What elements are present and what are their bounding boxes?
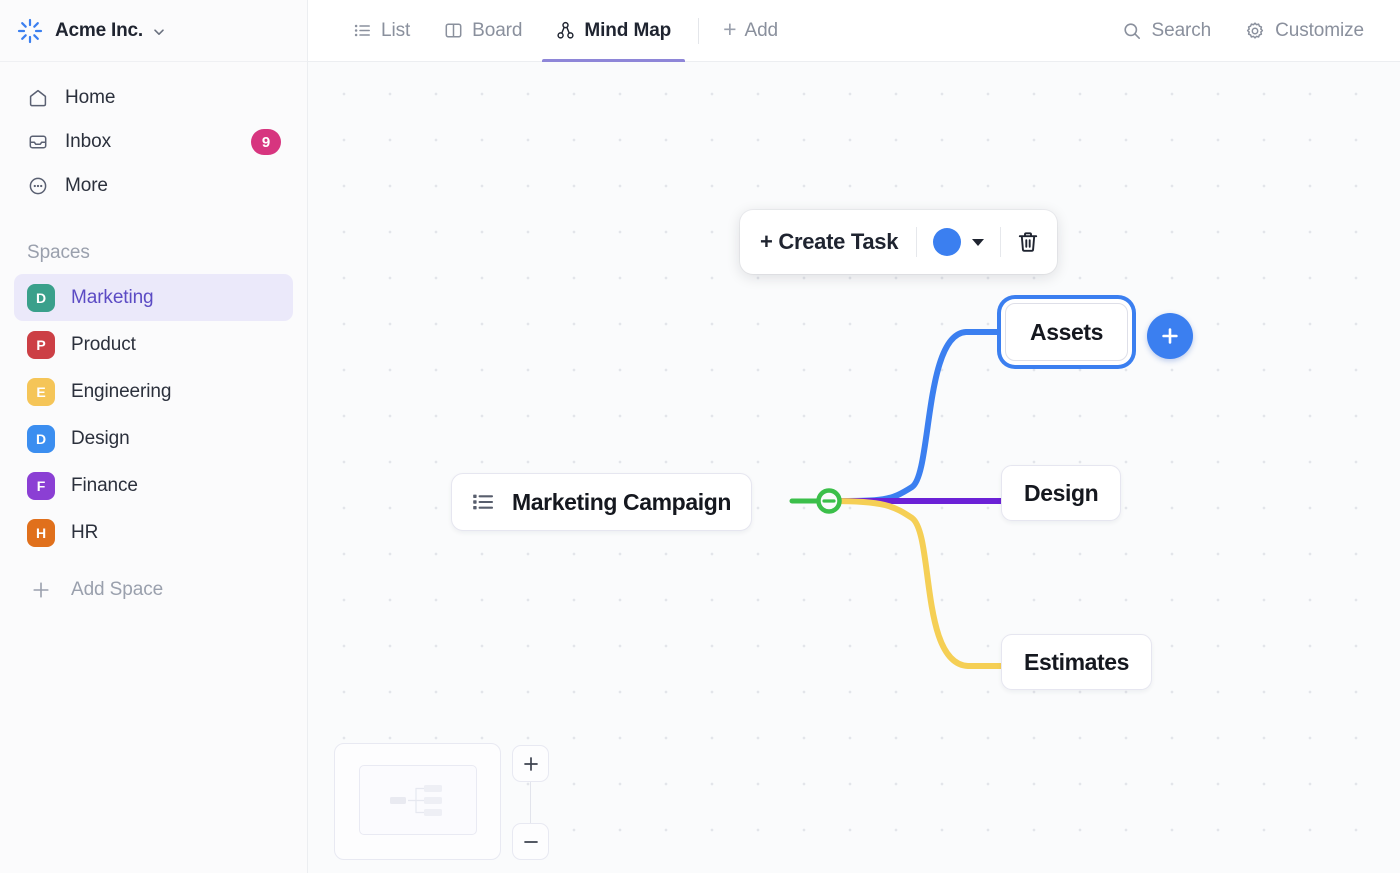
zoom-in-button[interactable] [512, 745, 549, 782]
space-label: Engineering [71, 380, 172, 402]
gear-icon [1245, 21, 1265, 41]
create-task-button[interactable]: + Create Task [756, 229, 902, 255]
plus-icon [523, 756, 538, 771]
search-icon [1122, 21, 1142, 41]
mindmap-node-label: Design [1024, 479, 1099, 506]
workspace-switcher[interactable]: Acme Inc. [0, 0, 307, 62]
sidebar-item-label: Inbox [65, 131, 111, 152]
add-child-node-button[interactable] [1147, 313, 1193, 359]
customize-label: Customize [1275, 19, 1364, 41]
space-label: Product [71, 333, 136, 355]
edge-to-assets [829, 329, 1008, 504]
workspace-name: Acme Inc. [55, 19, 143, 41]
space-avatar: H [27, 518, 55, 547]
view-tabs: List Board Mind Map + Add [336, 0, 792, 62]
toolbar-divider [1000, 227, 1002, 257]
mindmap-node-estimates[interactable]: Estimates [1001, 634, 1153, 690]
mindmap-node-root[interactable]: Marketing Campaign [451, 473, 753, 531]
plus-icon [27, 576, 55, 604]
sidebar-item-home[interactable]: Home [14, 76, 293, 120]
space-avatar: D [27, 283, 55, 312]
tab-label: List [381, 19, 411, 41]
add-view-label: Add [744, 19, 779, 41]
zoom-out-button[interactable] [512, 823, 549, 860]
list-icon [353, 21, 372, 40]
collapse-toggle-circle [816, 488, 842, 514]
tab-label: Board [472, 19, 523, 41]
mindmap-node-label: Assets [1030, 318, 1104, 345]
add-view-button[interactable]: + Add [709, 0, 792, 62]
view-topbar: List Board Mind Map + Add Search Customi… [308, 0, 1400, 62]
toolbar-divider [916, 227, 918, 257]
color-swatch [933, 228, 962, 256]
starburst-logo-icon [16, 17, 44, 45]
customize-button[interactable]: Customize [1233, 13, 1376, 49]
tab-board[interactable]: Board [427, 0, 539, 62]
tab-mind-map[interactable]: Mind Map [539, 0, 688, 62]
search-button[interactable]: Search [1110, 13, 1224, 49]
sidebar-item-inbox[interactable]: Inbox 9 [14, 120, 293, 164]
sidebar-item-design[interactable]: D Design [14, 415, 293, 462]
space-label: Finance [71, 474, 138, 496]
space-avatar: P [27, 330, 55, 359]
minimap-thumbnail [390, 782, 448, 820]
add-space-label: Add Space [71, 578, 164, 600]
board-icon [444, 21, 463, 40]
mindmap-canvas[interactable]: + Create Task Marketing Campaign Assets … [308, 62, 1400, 873]
minus-icon [523, 840, 538, 843]
mindmap-node-assets[interactable]: Assets [1005, 303, 1129, 361]
delete-button[interactable] [1015, 229, 1041, 255]
plus-icon [1162, 328, 1178, 344]
space-avatar: E [27, 377, 55, 406]
plus-icon: + [723, 16, 737, 42]
sidebar-item-more[interactable]: More [14, 164, 293, 208]
chevron-down-icon[interactable] [152, 25, 166, 39]
sidebar-item-product[interactable]: P Product [14, 321, 293, 368]
sidebar: Acme Inc. Home Inbox 9 More Spaces D Mar… [0, 0, 308, 873]
sidebar-item-marketing[interactable]: D Marketing [14, 274, 293, 321]
mindmap-node-label: Estimates [1024, 648, 1130, 675]
color-picker-button[interactable] [931, 228, 986, 256]
space-avatar: F [27, 471, 55, 500]
primary-nav: Home Inbox 9 More [0, 62, 307, 208]
app-root: Acme Inc. Home Inbox 9 More Spaces D Mar… [0, 0, 1400, 873]
sidebar-item-hr[interactable]: H HR [14, 509, 293, 556]
space-label: Design [71, 427, 130, 449]
space-avatar: D [27, 424, 55, 453]
spaces-list: D Marketing P Product E Engineering D De… [0, 274, 307, 556]
minimap[interactable] [334, 743, 501, 860]
mindmap-node-design[interactable]: Design [1001, 465, 1122, 521]
tab-label: Mind Map [584, 19, 672, 41]
spaces-section-title: Spaces [27, 242, 90, 263]
search-label: Search [1151, 19, 1212, 41]
sidebar-item-finance[interactable]: F Finance [14, 462, 293, 509]
list-icon [471, 490, 495, 514]
add-space-button[interactable]: Add Space [14, 566, 293, 613]
space-label: Marketing [71, 286, 154, 308]
main-area: List Board Mind Map + Add Search Customi… [308, 0, 1400, 873]
mindmap-node-label: Marketing Campaign [512, 488, 732, 515]
mindmap-icon [556, 21, 575, 40]
edge-to-estimates [829, 498, 1004, 669]
sidebar-item-label: Home [65, 87, 116, 108]
tab-divider [698, 17, 700, 44]
sidebar-item-engineering[interactable]: E Engineering [14, 368, 293, 415]
inbox-icon [27, 131, 49, 153]
space-label: HR [71, 521, 99, 543]
zoom-controls [512, 745, 549, 860]
node-toolbar: + Create Task [740, 210, 1058, 274]
ellipsis-circle-icon [27, 175, 49, 197]
home-icon [27, 87, 49, 109]
topbar-actions: Search Customize [1110, 13, 1376, 49]
inbox-unread-badge: 9 [251, 129, 281, 155]
caret-down-icon [972, 238, 985, 246]
sidebar-item-label: More [65, 175, 108, 196]
tab-list[interactable]: List [336, 0, 427, 62]
